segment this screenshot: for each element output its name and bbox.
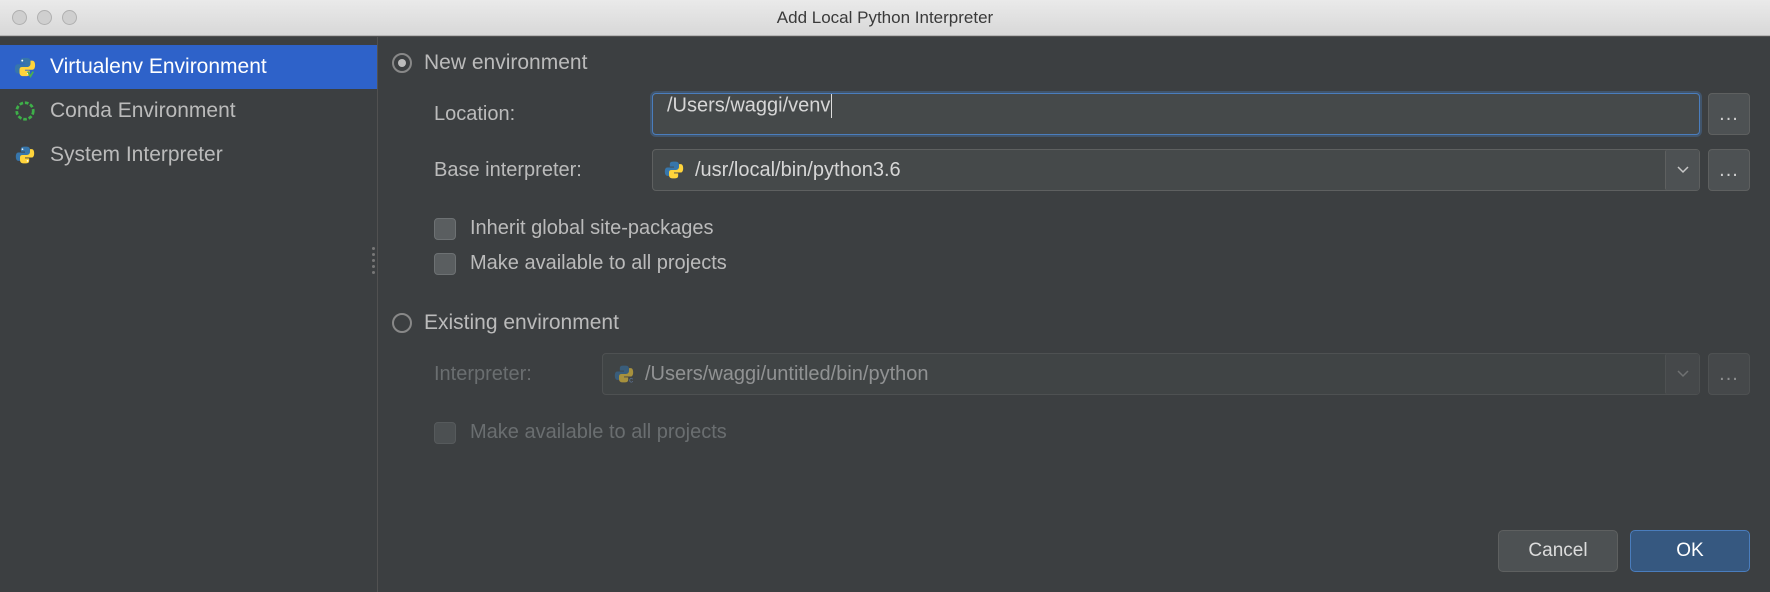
dropdown-arrow-icon[interactable] bbox=[1665, 150, 1699, 190]
splitter-handle[interactable] bbox=[372, 247, 375, 274]
location-input[interactable]: /Users/waggi/venv bbox=[652, 93, 1700, 135]
conda-icon bbox=[14, 100, 36, 122]
inherit-site-packages-checkbox[interactable] bbox=[434, 218, 456, 240]
sidebar-item-conda[interactable]: Conda Environment bbox=[0, 89, 377, 133]
main-panel: New environment Location: /Users/waggi/v… bbox=[378, 37, 1770, 592]
window-controls bbox=[12, 10, 77, 25]
existing-interpreter-value: /Users/waggi/untitled/bin/python bbox=[645, 363, 1655, 386]
browse-existing-interpreter-button: ... bbox=[1708, 353, 1750, 395]
new-environment-option[interactable]: New environment bbox=[392, 51, 1750, 75]
close-window-icon[interactable] bbox=[12, 10, 27, 25]
sidebar-item-label: Virtualenv Environment bbox=[50, 55, 267, 79]
make-available-checkbox[interactable] bbox=[434, 253, 456, 275]
location-label: Location: bbox=[434, 103, 644, 126]
python-venv-icon bbox=[14, 56, 36, 78]
sidebar-item-virtualenv[interactable]: Virtualenv Environment bbox=[0, 45, 377, 89]
base-interpreter-combo[interactable]: /usr/local/bin/python3.6 bbox=[652, 149, 1700, 191]
titlebar: Add Local Python Interpreter bbox=[0, 0, 1770, 36]
location-value: /Users/waggi/venv bbox=[667, 94, 830, 116]
python-icon bbox=[663, 159, 685, 181]
existing-make-available-checkbox bbox=[434, 422, 456, 444]
sidebar-item-system[interactable]: System Interpreter bbox=[0, 133, 377, 177]
sidebar-item-label: Conda Environment bbox=[50, 99, 236, 123]
zoom-window-icon[interactable] bbox=[62, 10, 77, 25]
window-title: Add Local Python Interpreter bbox=[0, 8, 1770, 28]
python-icon bbox=[14, 144, 36, 166]
existing-interpreter-combo: c /Users/waggi/untitled/bin/python bbox=[602, 353, 1700, 395]
minimize-window-icon[interactable] bbox=[37, 10, 52, 25]
inherit-site-packages-label: Inherit global site-packages bbox=[470, 217, 713, 240]
radio-new-env-label: New environment bbox=[424, 51, 587, 75]
existing-make-available-label: Make available to all projects bbox=[470, 421, 727, 444]
base-interpreter-value: /usr/local/bin/python3.6 bbox=[695, 159, 1655, 182]
python-icon: c bbox=[613, 363, 635, 385]
sidebar: Virtualenv Environment Conda Environment… bbox=[0, 37, 378, 592]
browse-base-interpreter-button[interactable]: ... bbox=[1708, 149, 1750, 191]
existing-interpreter-label: Interpreter: bbox=[434, 363, 594, 386]
ok-button[interactable]: OK bbox=[1630, 530, 1750, 572]
radio-new-env[interactable] bbox=[392, 53, 412, 73]
sidebar-item-label: System Interpreter bbox=[50, 143, 223, 167]
existing-environment-option[interactable]: Existing environment bbox=[392, 311, 1750, 335]
base-interpreter-label: Base interpreter: bbox=[434, 159, 644, 182]
cancel-button[interactable]: Cancel bbox=[1498, 530, 1618, 572]
browse-location-button[interactable]: ... bbox=[1708, 93, 1750, 135]
svg-text:c: c bbox=[629, 374, 633, 384]
radio-existing-env[interactable] bbox=[392, 313, 412, 333]
dropdown-arrow-icon bbox=[1665, 354, 1699, 394]
dialog-footer: Cancel OK bbox=[1498, 530, 1750, 572]
make-available-label: Make available to all projects bbox=[470, 252, 727, 275]
radio-existing-env-label: Existing environment bbox=[424, 311, 619, 335]
text-cursor bbox=[831, 94, 832, 118]
